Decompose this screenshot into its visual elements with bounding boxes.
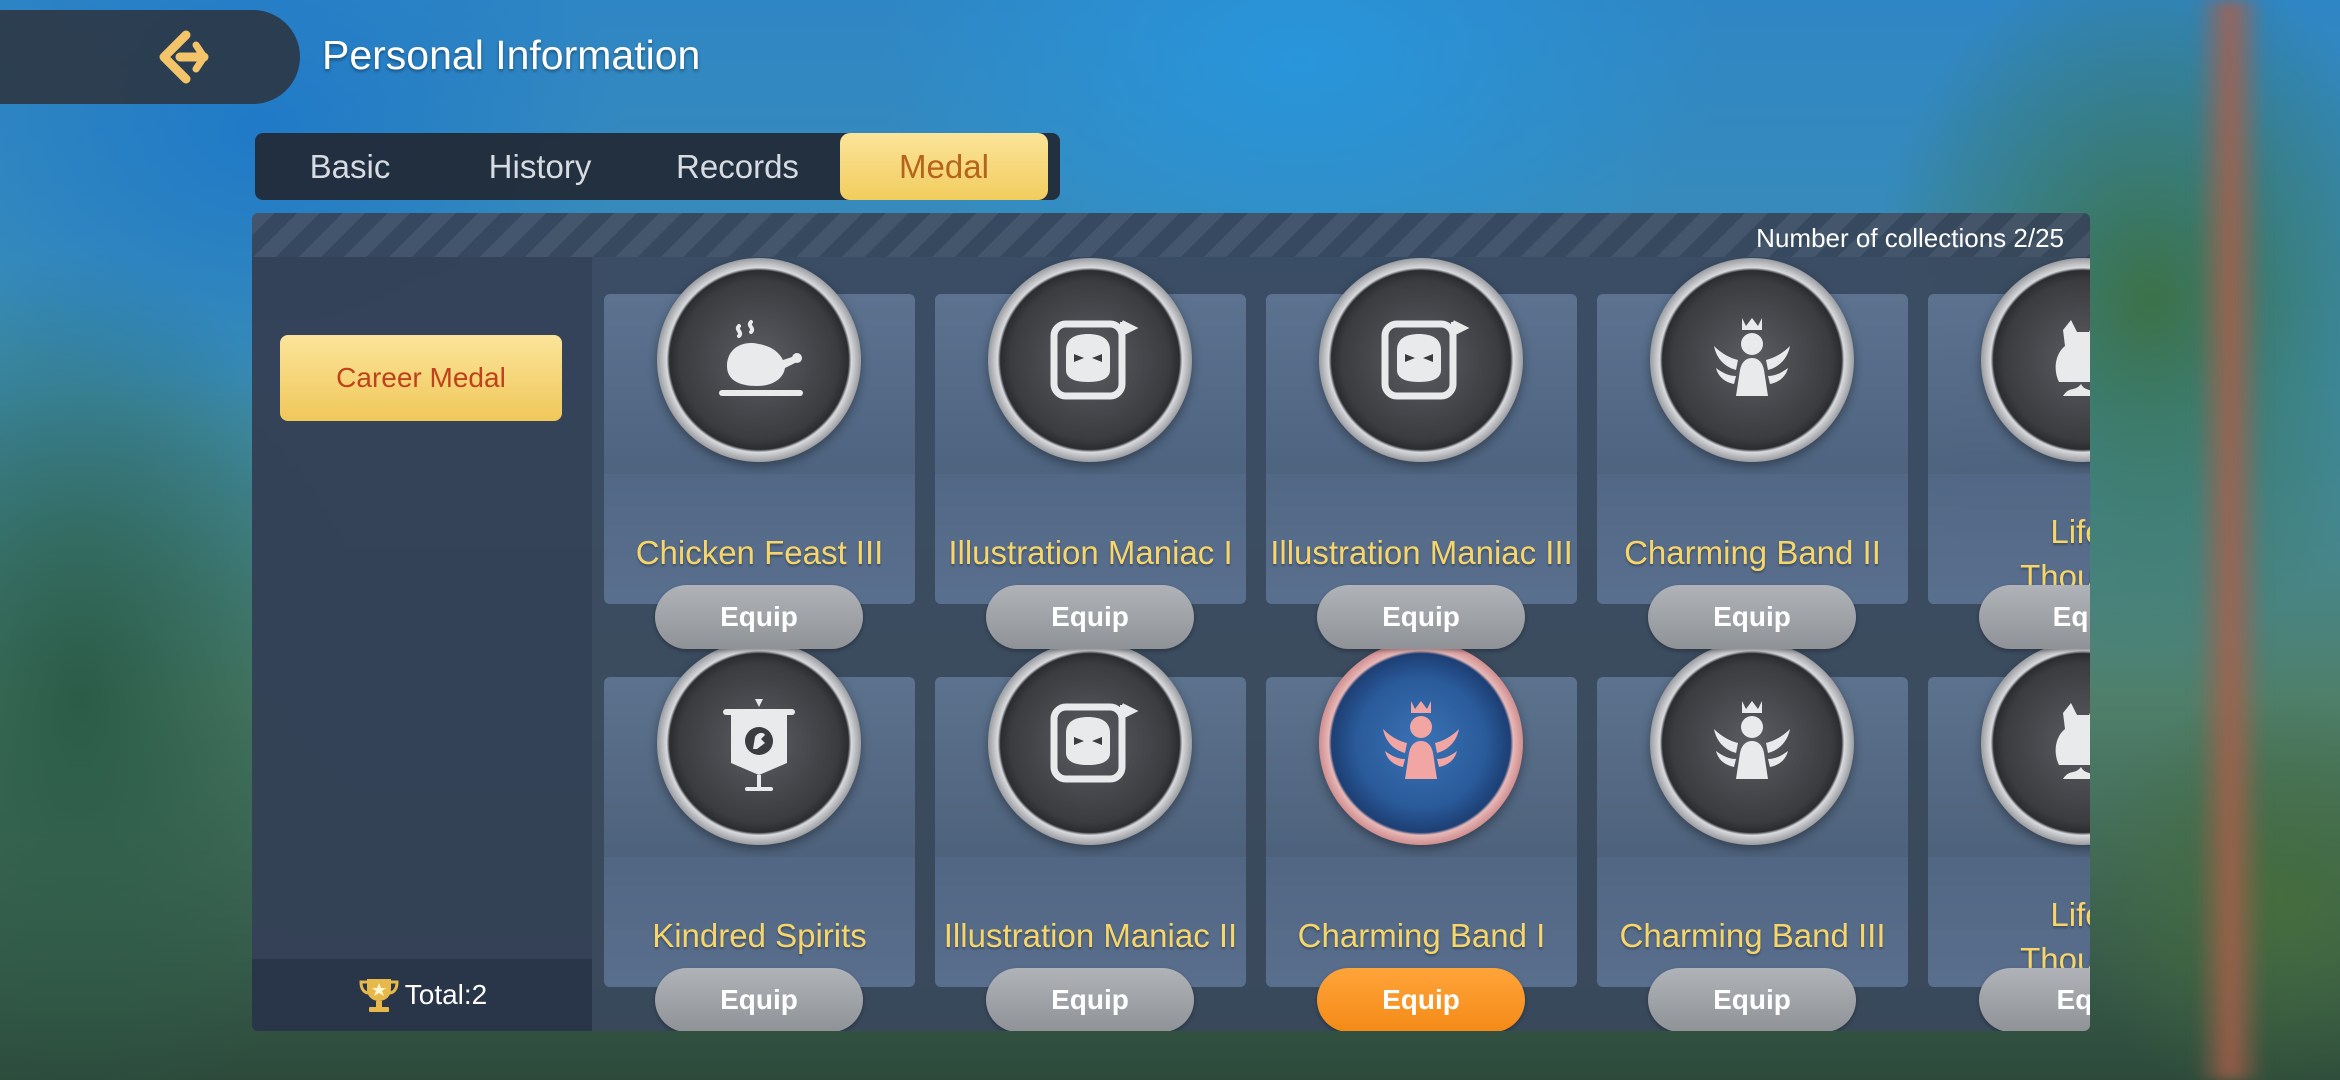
chicken-icon bbox=[719, 320, 803, 396]
back-button[interactable] bbox=[0, 10, 300, 104]
medal-name: Illustration Maniac I bbox=[948, 534, 1233, 571]
total-bar: Total:2 bbox=[252, 959, 592, 1031]
medal-badge bbox=[1319, 258, 1523, 462]
tab-bar: Basic History Records Medal bbox=[255, 133, 1060, 200]
equip-button[interactable]: Equip bbox=[1317, 585, 1525, 649]
back-arrow-icon bbox=[159, 30, 209, 84]
creature-icon bbox=[2055, 703, 2090, 779]
equip-button[interactable]: Equip bbox=[986, 585, 1194, 649]
equip-button[interactable]: Equip bbox=[655, 968, 863, 1031]
medal-badge bbox=[657, 641, 861, 845]
medal-grid: Chicken Feast III Illustration Maniac I … bbox=[602, 257, 2090, 1031]
mask-icon bbox=[1381, 320, 1470, 400]
page-title: Personal Information bbox=[322, 32, 701, 78]
equip-button[interactable]: Equi bbox=[1979, 585, 2090, 649]
medal-name: Charming Band II bbox=[1624, 534, 1881, 571]
equip-button[interactable]: Equip bbox=[986, 968, 1194, 1031]
mask-icon bbox=[1050, 320, 1139, 400]
crown-bust-icon bbox=[1714, 701, 1790, 779]
medal-name: Charming Band III bbox=[1619, 917, 1886, 954]
creature-icon bbox=[2055, 320, 2090, 396]
total-label: Total:2 bbox=[404, 979, 488, 1010]
crown-bust-icon bbox=[1383, 701, 1459, 779]
medal-badge bbox=[988, 641, 1192, 845]
medal-badge bbox=[988, 258, 1192, 462]
crown-bust-icon bbox=[1714, 318, 1790, 396]
tab-records[interactable]: Records bbox=[635, 133, 840, 200]
category-sidebar: Career Medal Total:2 bbox=[252, 257, 592, 1031]
medal-badge bbox=[657, 258, 861, 462]
trophy-icon bbox=[359, 979, 399, 1012]
medal-badge bbox=[1650, 258, 1854, 462]
medal-name: Charming Band I bbox=[1297, 917, 1546, 954]
medal-name: Illustration Maniac II bbox=[943, 917, 1238, 954]
medal-badge bbox=[1650, 641, 1854, 845]
background-tree-trunk bbox=[2195, 0, 2265, 1080]
mask-icon bbox=[1050, 703, 1139, 783]
medal-panel: Number of collections 2/25 Career Medal … bbox=[252, 213, 2090, 1031]
medal-name: Chicken Feast III bbox=[635, 534, 884, 571]
category-career-medal[interactable]: Career Medal bbox=[280, 335, 562, 421]
equip-button-active[interactable]: Equip bbox=[1317, 968, 1525, 1031]
equip-button[interactable]: Equip bbox=[1648, 585, 1856, 649]
medal-name: Illustration Maniac III bbox=[1270, 534, 1573, 571]
banner-icon bbox=[723, 699, 795, 791]
medal-name: Kindred Spirits bbox=[652, 917, 867, 954]
tab-history[interactable]: History bbox=[445, 133, 635, 200]
collections-count: Number of collections 2/25 bbox=[1756, 223, 2064, 253]
tab-medal[interactable]: Medal bbox=[840, 133, 1048, 200]
medal-badge-equipped bbox=[1319, 641, 1523, 845]
tab-basic[interactable]: Basic bbox=[255, 133, 445, 200]
medal-name-line1: Life w bbox=[2050, 513, 2090, 550]
equip-button[interactable]: Equ bbox=[1979, 968, 2090, 1031]
equip-button[interactable]: Equip bbox=[655, 585, 863, 649]
medal-name-line1: Life w bbox=[2050, 896, 2090, 933]
equip-button[interactable]: Equip bbox=[1648, 968, 1856, 1031]
